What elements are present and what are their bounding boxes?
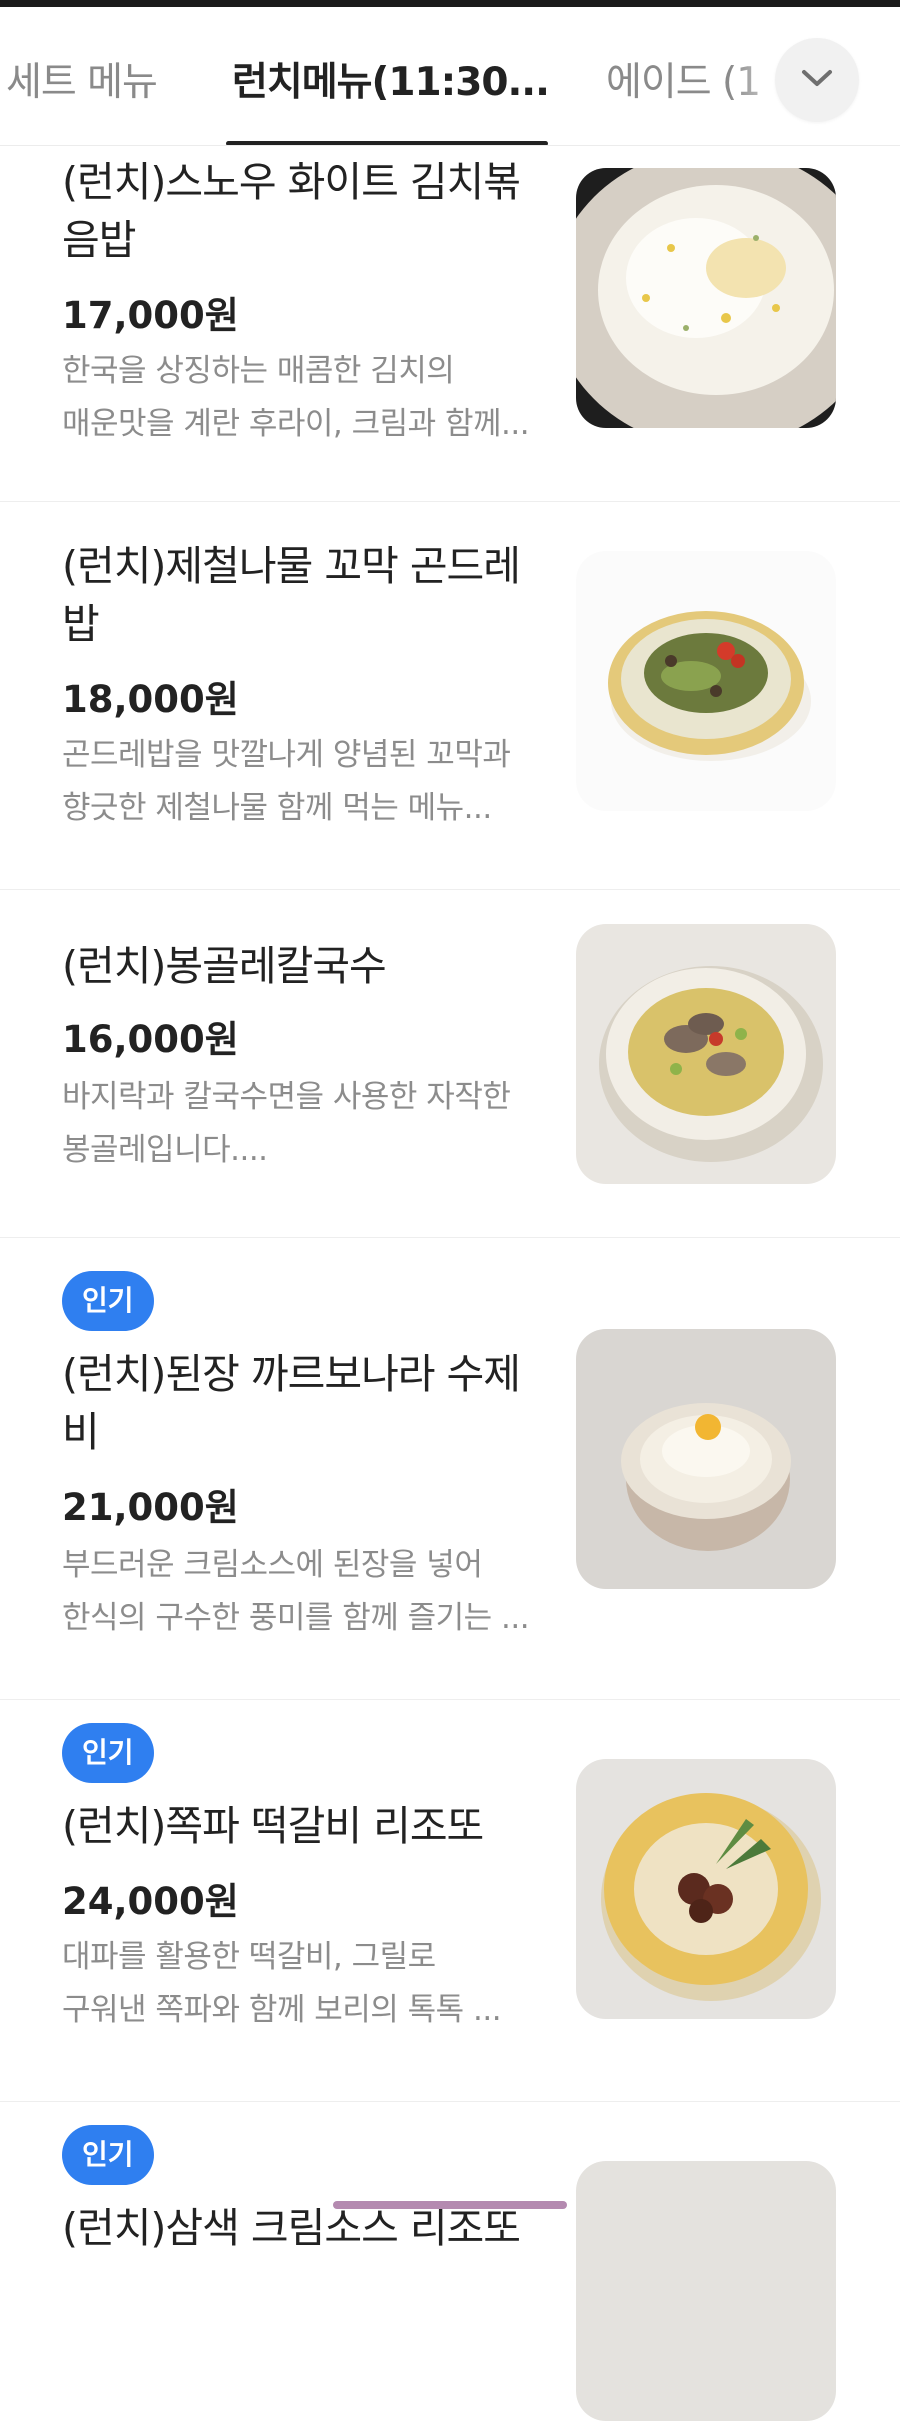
category-tab-bar: 세트 메뉴 런치메뉴(11:30... 에이드 (1: [0, 7, 900, 146]
menu-item-price: 17,000원: [62, 294, 239, 337]
chevron-down-icon: [800, 67, 834, 93]
menu-item[interactable]: 인기 (런치)된장 까르보나라 수제 비 21,000원 부드러운 크림소스에 된…: [0, 1237, 900, 1700]
menu-item[interactable]: (런치)스노우 화이트 김치볶 음밥 17,000원 한국을 상징하는 매콤한 김…: [0, 145, 900, 502]
menu-item-price: 24,000원: [62, 1880, 239, 1923]
menu-item-price: 18,000원: [62, 678, 239, 721]
menu-item-description: 곤드레밥을 맛깔나게 양념된 꼬막과 향긋한 제철나물 함께 먹는 메뉴...: [62, 737, 511, 826]
doenjang-carbonara-sujebi-image: [576, 1329, 836, 1589]
popular-badge: 인기: [62, 1723, 154, 1783]
menu-item-price: 16,000원: [62, 1018, 239, 1061]
popular-badge: 인기: [62, 1271, 154, 1331]
menu-item-name: (런치)스노우 화이트 김치볶 음밥: [62, 158, 521, 264]
menu-item-description: 대파를 활용한 떡갈비, 그릴로 구워낸 쪽파와 함께 보리의 톡톡 ...: [62, 1939, 502, 2028]
partial-menu-image: [576, 2161, 836, 2421]
menu-item[interactable]: (런치)제철나물 꼬막 곤드레 밥 18,000원 곤드레밥을 맛깔나게 양념된 …: [0, 501, 900, 890]
vongole-kalguksu-image: [576, 924, 836, 1184]
menu-item-name: (런치)쪽파 떡갈비 리조또: [62, 1802, 484, 1850]
cockle-gondre-rice-image: [576, 551, 836, 811]
menu-item[interactable]: (런치)봉골레칼국수 16,000원 바지락과 칼국수면을 사용한 자작한 봉골레…: [0, 889, 900, 1238]
menu-item-name: (런치)제철나물 꼬막 곤드레 밥: [62, 542, 521, 648]
menu-item-name: (런치)된장 까르보나라 수제 비: [62, 1350, 521, 1456]
menu-item-description: 바지락과 칼국수면을 사용한 자작한 봉골레입니다....: [62, 1079, 511, 1168]
menu-list: (런치)스노우 화이트 김치볶 음밥 17,000원 한국을 상징하는 매콤한 김…: [0, 0, 900, 2421]
scroll-indicator: [333, 2201, 567, 2209]
menu-item-description: 한국을 상징하는 매콤한 김치의 매운맛을 계란 후라이, 크림과 함께...: [62, 353, 530, 442]
scallion-tteokgalbi-risotto-image: [576, 1759, 836, 2019]
active-tab-indicator: [226, 141, 548, 145]
menu-item-name: (런치)봉골레칼국수: [62, 942, 387, 990]
menu-item-price: 21,000원: [62, 1486, 239, 1529]
menu-item-description: 부드러운 크림소스에 된장을 넣어 한식의 구수한 풍미를 함께 즐기는 ...: [62, 1547, 530, 1636]
menu-item[interactable]: 인기 (런치)쪽파 떡갈비 리조또 24,000원 대파를 활용한 떡갈비, 그…: [0, 1699, 900, 2102]
more-tabs-button[interactable]: [775, 38, 859, 122]
tab-lunch-menu[interactable]: 런치메뉴(11:30...: [232, 51, 550, 107]
snow-white-kimchi-fried-rice-image: [576, 168, 836, 428]
tab-set-menu[interactable]: 세트 메뉴: [6, 51, 158, 107]
popular-badge: 인기: [62, 2125, 154, 2185]
